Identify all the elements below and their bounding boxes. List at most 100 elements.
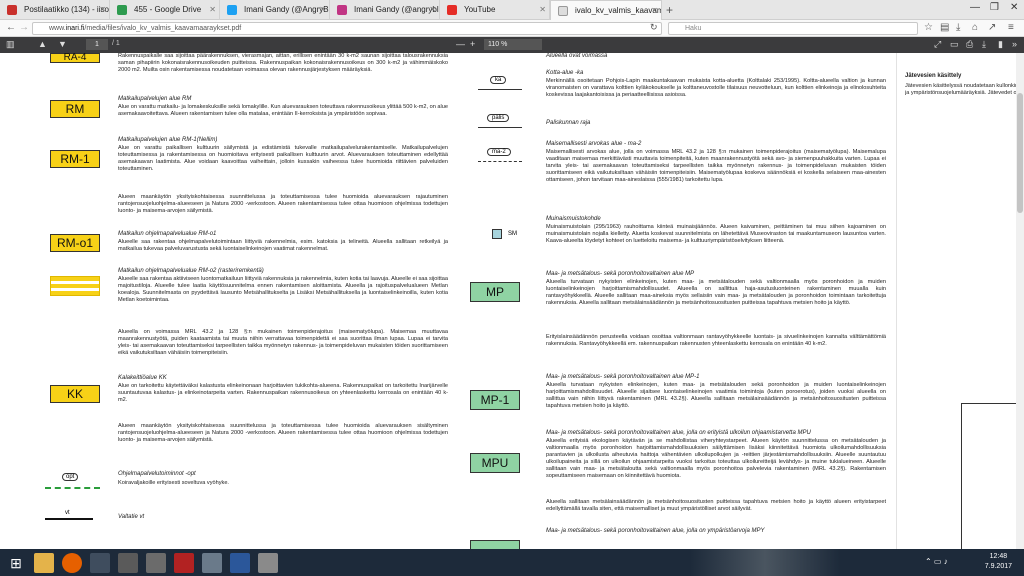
close-tab-icon[interactable]: ✕ — [99, 0, 106, 20]
gmail-icon — [7, 5, 17, 15]
navigation-bar: ← → www.inari.fi/media/files/ivalo_kv_va… — [0, 20, 1024, 37]
zoom-out-icon[interactable]: — — [456, 39, 465, 49]
tab-google-drive[interactable]: 455 - Google Drive ✕ — [110, 0, 220, 20]
app-icon-1[interactable] — [90, 553, 110, 573]
home-icon[interactable]: ⌂ — [972, 22, 978, 33]
start-icon[interactable]: ⊞ — [6, 553, 26, 573]
twitter-icon — [227, 5, 237, 15]
legend-text-mp1: Alueella turvataan nykyisten elinkeinoje… — [546, 382, 886, 409]
tools-icon[interactable]: » — [1012, 39, 1017, 49]
legend-title-vt: Valtatie vt — [118, 514, 145, 520]
legend-symbol-mp1: MP-1 — [470, 390, 520, 410]
file-explorer-icon[interactable] — [34, 553, 54, 573]
legend-symbol-ka: ka — [478, 73, 522, 95]
legend-text-opt: Koiravaljakoille erityisesti soveltuva v… — [118, 480, 229, 486]
legend-symbol-ma2: ma-2 — [478, 145, 522, 167]
legend-text-sm: Muinaismuistolain (295/1963) rauhoittama… — [546, 224, 886, 244]
legend-symbol-mpu: MPU — [470, 453, 520, 473]
close-tab-icon[interactable]: ✕ — [651, 1, 658, 21]
close-window-icon[interactable]: ✕ — [1010, 2, 1018, 13]
legend-title-mpu: Maa- ja metsätalous- sekä poronhoitovalt… — [546, 430, 811, 436]
legend-text-mp-b: Erityislainsäädännön perusteella voidaan… — [546, 334, 886, 347]
legend-title-mp: Maa- ja metsätalous- sekä poronhoitovalt… — [546, 271, 695, 277]
tab-bar: Postilaatikko (134) - iisoik@✕ 455 - Goo… — [0, 0, 1024, 21]
reload-icon[interactable]: ↻ — [650, 22, 658, 33]
close-tab-icon[interactable]: ✕ — [209, 0, 216, 20]
app-icon-4[interactable] — [202, 553, 222, 573]
app-icon-2[interactable] — [118, 553, 138, 573]
download-icon[interactable]: ⤓ — [956, 22, 960, 33]
minimize-icon[interactable]: — — [970, 2, 980, 13]
app-icon-5[interactable] — [258, 553, 278, 573]
legend-symbol-rmo1: RM-o1 — [50, 234, 100, 252]
youtube-icon — [447, 5, 457, 15]
close-tab-icon[interactable]: ✕ — [539, 0, 546, 20]
document-icon — [558, 6, 568, 16]
presentation-icon[interactable]: ⤢ — [934, 39, 941, 50]
tab-instagram[interactable]: Imani Gandy (@angryblackl✕ — [330, 0, 440, 20]
vt-label: vt — [65, 510, 70, 516]
next-page-preview: Jätevesien käsittely Jätevesien käsittel… — [896, 53, 1024, 549]
palis-line — [478, 127, 522, 128]
tab-pdf-active[interactable]: ivalo_kv_valmis_kaavamaa✕ — [550, 0, 662, 21]
ka-label: ka — [490, 76, 507, 84]
legend-text-rm1-b: Alueen maankäytön yksityiskohtaisessa su… — [118, 194, 448, 214]
zoom-select[interactable]: 110 % — [484, 39, 542, 50]
reading-list-icon[interactable]: ▤ — [940, 22, 949, 33]
legend-symbol-rm: RM — [50, 100, 100, 118]
word-icon[interactable] — [230, 553, 250, 573]
bookmark-star-icon[interactable]: ☆ — [924, 22, 933, 33]
tab-twitter[interactable]: Imani Gandy (@AngryBlack✕ — [220, 0, 330, 20]
legend-text-ka: Merkinnällä osoitetaan Pohjois-Lapin maa… — [546, 78, 886, 98]
previous-page-icon[interactable]: ▲ — [38, 39, 47, 49]
url-path: /media/files/ivalo_kv_valmis_kaavamaaray… — [84, 25, 242, 32]
close-tab-icon[interactable]: ✕ — [429, 0, 436, 20]
new-tab-button[interactable]: + — [666, 3, 673, 17]
sidebar-toggle-icon[interactable]: ▥ — [6, 39, 15, 50]
back-icon[interactable]: ← — [6, 22, 16, 33]
legend-text-rm1: Alue on varattu paikallisen kulttuurin s… — [118, 145, 448, 172]
tab-postilaatikko[interactable]: Postilaatikko (134) - iisoik@✕ — [0, 0, 110, 20]
legend-title-rm: Matkailupalvelujen alue RM — [118, 96, 192, 102]
save-icon[interactable]: ⤓ — [982, 39, 986, 50]
legend-title-mp1: Maa- ja metsätalous- sekä poronhoitovalt… — [546, 374, 700, 380]
page-number-input[interactable]: 1 — [86, 39, 108, 50]
menu-icon[interactable]: ≡ — [1008, 22, 1014, 33]
legend-text-rmo2: Alueelle saa rakentaa aktiiviseen luonto… — [118, 276, 448, 303]
legend-text-mp: Alueella turvataan nykyisten elinkeinoje… — [546, 279, 886, 306]
scrollbar[interactable] — [1016, 53, 1024, 549]
legend-symbol-opt: opt — [45, 473, 100, 493]
print-icon[interactable]: ⎙ — [966, 39, 973, 50]
bookmark-icon[interactable]: ▮ — [998, 39, 1003, 50]
open-file-icon[interactable]: ▭ — [950, 39, 959, 50]
tray-icons[interactable]: ⌃ ▭ ♪ — [925, 557, 948, 566]
url-bar[interactable]: www.inari.fi/media/files/ivalo_kv_valmis… — [32, 22, 662, 35]
forward-icon[interactable]: → — [19, 22, 29, 33]
pdf-toolbar: ▥ ▲ ▼ 1 / 1 — + 110 % ⤢ ▭ ⎙ ⤓ ▮ » — [0, 37, 1024, 53]
legend-title-mpy: Maa- ja metsätalous- sekä poronhoitovalt… — [546, 528, 765, 534]
legend-symbol-palis: palis — [478, 111, 522, 133]
legend-title-rmo2: Matkailun ohjelmapalvelualue RM-o2 (rast… — [118, 268, 264, 274]
tab-youtube[interactable]: YouTube ✕ — [440, 0, 550, 20]
ka-line — [478, 89, 522, 90]
search-input[interactable]: Haku — [668, 22, 918, 35]
windows-taskbar: ⊞ ⌃ ▭ ♪ 12:48 7.9.2017 — [0, 549, 1024, 576]
acrobat-icon[interactable] — [174, 553, 194, 573]
zoom-in-icon[interactable]: + — [470, 39, 475, 49]
sm-square — [492, 229, 502, 239]
share-icon[interactable]: ↗ — [988, 22, 996, 33]
next-page-icon[interactable]: ▼ — [58, 39, 67, 49]
legend-text-mpu: Alueella erityisiä ekologisen käytävän j… — [546, 438, 886, 479]
palis-label: palis — [487, 114, 510, 122]
vt-line — [45, 518, 93, 520]
scrollbar-thumb[interactable] — [1017, 93, 1023, 213]
page-count: / 1 — [112, 40, 120, 47]
pdf-viewer[interactable]: RA-4 RM RM-1 RM-o1 KK opt vt Rakennuspai… — [0, 53, 1024, 549]
legend-title-opt: Ohjelmapalvelutoiminnot -opt — [118, 471, 196, 477]
close-tab-icon[interactable]: ✕ — [319, 0, 326, 20]
maximize-icon[interactable]: ❐ — [990, 2, 999, 13]
legend-text-ma2: Maisemallisesti arvokas alue, jolla on v… — [546, 149, 886, 183]
firefox-icon[interactable] — [62, 553, 82, 573]
app-icon-3[interactable] — [146, 553, 166, 573]
taskbar-clock[interactable]: 12:48 7.9.2017 — [985, 552, 1012, 572]
